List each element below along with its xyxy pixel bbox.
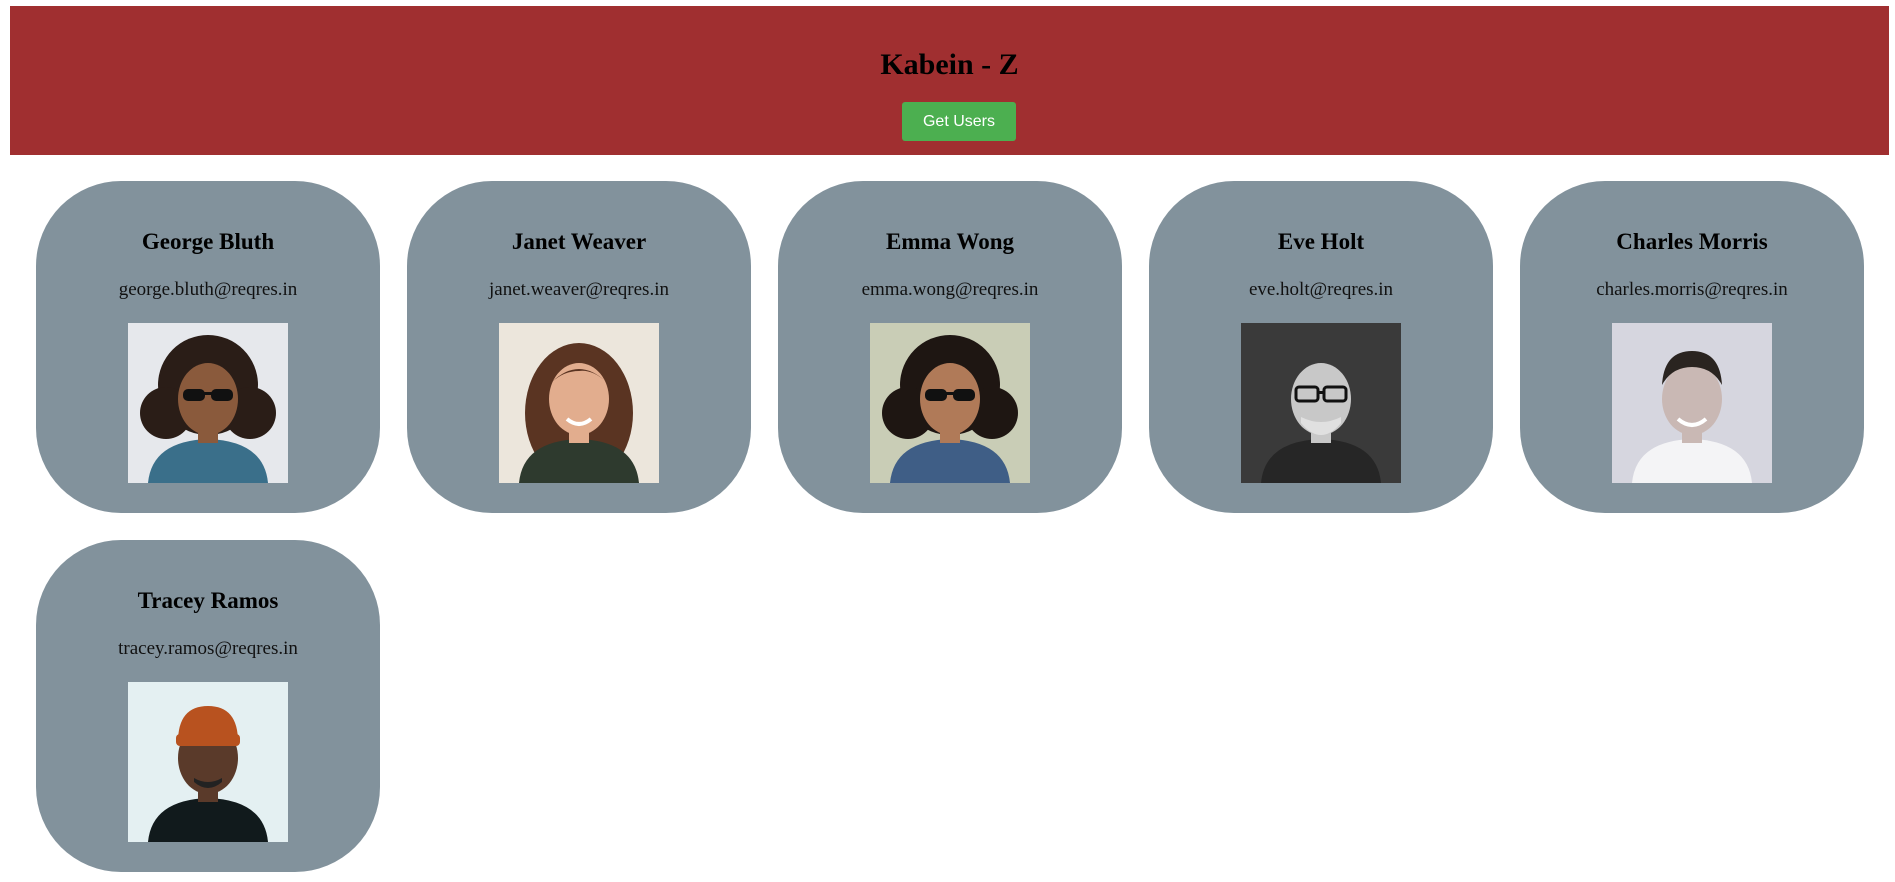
user-avatar-image — [1612, 323, 1772, 483]
user-name: Eve Holt — [1277, 229, 1365, 254]
user-name: Charles Morris — [1616, 229, 1768, 254]
user-email: janet.weaver@reqres.in — [489, 279, 669, 300]
user-avatar-image — [128, 682, 288, 842]
user-card-grid: George Bluth george.bluth@reqres.in Jane… — [36, 181, 1864, 872]
user-name: Emma Wong — [885, 229, 1015, 254]
user-avatar-image — [870, 323, 1030, 483]
user-avatar-image — [499, 323, 659, 483]
user-email: tracey.ramos@reqres.in — [118, 638, 298, 659]
user-email: eve.holt@reqres.in — [1248, 279, 1394, 300]
user-avatar-image — [128, 323, 288, 483]
user-email: charles.morris@reqres.in — [1596, 279, 1788, 300]
user-email: george.bluth@reqres.in — [118, 279, 298, 300]
user-avatar-image — [1241, 323, 1401, 483]
user-card: Tracey Ramos tracey.ramos@reqres.in — [36, 540, 380, 872]
get-users-button[interactable]: Get Users — [902, 102, 1016, 141]
user-card: Janet Weaver janet.weaver@reqres.in — [407, 181, 751, 513]
user-card: Eve Holt eve.holt@reqres.in — [1149, 181, 1493, 513]
user-name: George Bluth — [141, 229, 275, 254]
user-name: Tracey Ramos — [137, 588, 279, 613]
user-name: Janet Weaver — [511, 229, 647, 254]
user-card: George Bluth george.bluth@reqres.in — [36, 181, 380, 513]
user-card: Charles Morris charles.morris@reqres.in — [1520, 181, 1864, 513]
app-title: Kabein - Z — [880, 48, 1019, 81]
user-email: emma.wong@reqres.in — [861, 279, 1039, 300]
user-card: Emma Wong emma.wong@reqres.in — [778, 181, 1122, 513]
app-header: Kabein - Z Get Users — [10, 6, 1889, 155]
